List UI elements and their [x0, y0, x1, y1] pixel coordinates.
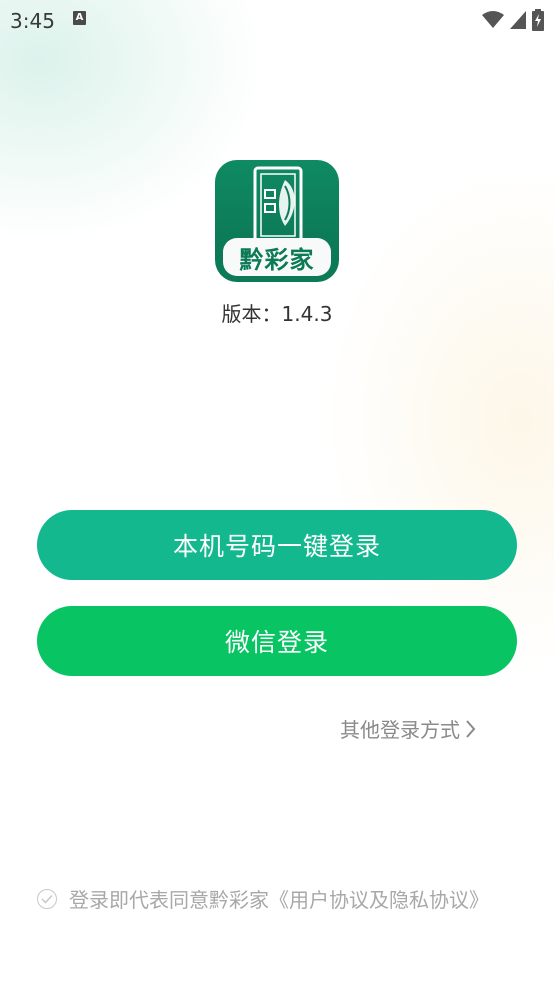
notification-icon: A	[73, 11, 86, 25]
logo-emblem-icon	[253, 166, 303, 244]
status-icons	[482, 9, 544, 31]
battery-charging-icon	[532, 9, 544, 31]
wechat-login-button[interactable]: 微信登录	[37, 606, 517, 676]
version-text: 版本：1.4.3	[221, 302, 333, 326]
other-login-label: 其他登录方式	[340, 718, 460, 742]
chevron-right-icon	[466, 719, 476, 738]
status-bar: 3:45 A	[0, 0, 554, 40]
agreement-text[interactable]: 登录即代表同意黔彩家《用户协议及隐私协议》	[69, 884, 489, 913]
signal-icon	[510, 11, 526, 29]
agreement-checkbox[interactable]	[37, 888, 57, 909]
wifi-icon	[482, 11, 504, 28]
logo-label: 黔彩家	[223, 238, 331, 276]
one-key-login-button[interactable]: 本机号码一键登录	[37, 510, 517, 580]
check-icon	[41, 894, 53, 904]
other-login-link[interactable]: 其他登录方式	[340, 714, 476, 743]
status-time: 3:45	[10, 9, 55, 33]
background	[0, 0, 554, 984]
agreement-row: 登录即代表同意黔彩家《用户协议及隐私协议》	[37, 884, 489, 913]
app-logo: 黔彩家	[215, 160, 339, 282]
